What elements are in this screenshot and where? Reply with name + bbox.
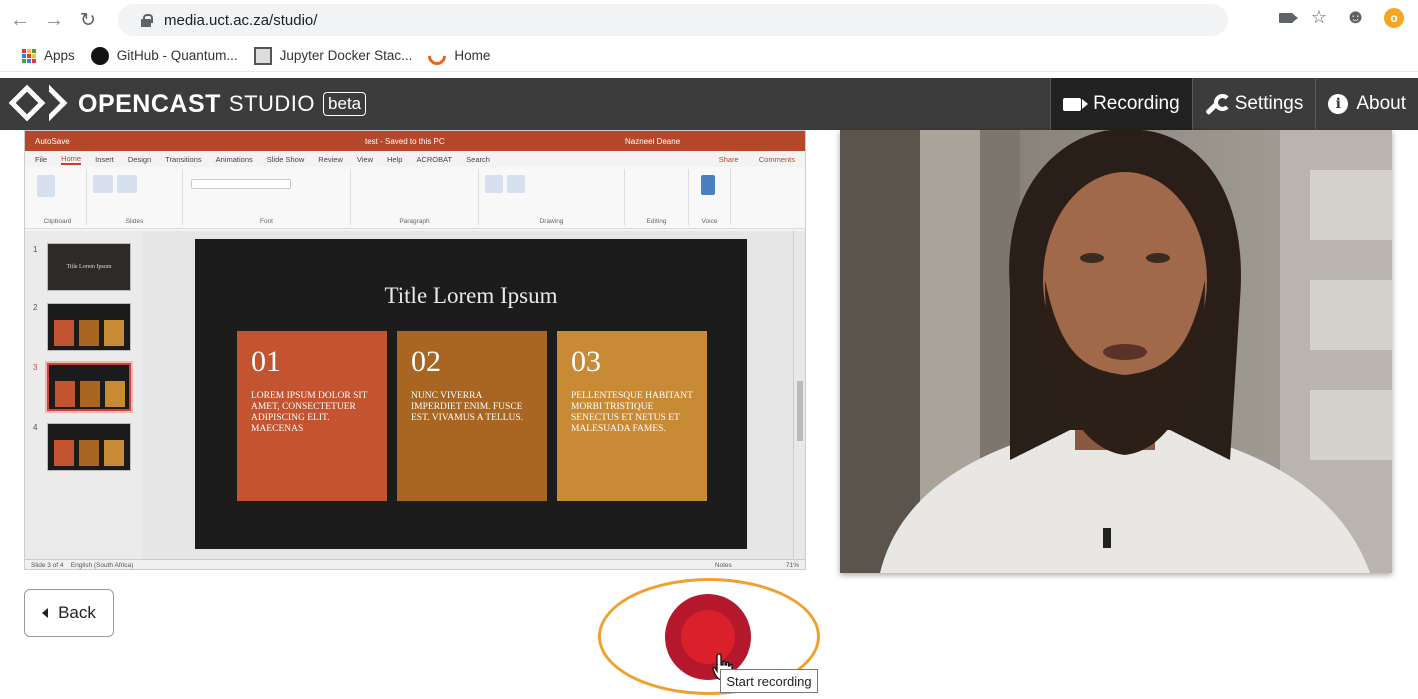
bookmark-github[interactable]: GitHub - Quantum... [90,46,238,65]
nav-recording[interactable]: Recording [1050,78,1192,130]
slide-scrollbar [793,231,805,561]
browser-toolbar: ← → ↻ media.uct.ac.za/studio/ ☆ ☻ o [0,0,1418,40]
jupyter-icon [253,46,272,65]
forward-arrow-icon[interactable]: → [40,6,68,34]
video-camera-icon [1063,97,1082,111]
nav-about[interactable]: i About [1315,78,1418,130]
slide-thumb-1[interactable]: Title Lorem Ipsum [47,243,131,291]
bookmark-apps[interactable]: Apps [22,48,75,63]
ppt-ribbon-tabs: File Home Insert Design Transitions Anim… [25,151,805,167]
start-recording-button[interactable] [665,594,751,680]
bookmark-home[interactable]: Home [424,42,490,69]
wrench-icon [1205,93,1231,115]
current-slide: Title Lorem Ipsum 01 LOREM IPSUM DOLOR S… [195,239,747,549]
slide-thumb-4[interactable] [47,423,131,471]
slide-box-3: 03 PELLENTESQUE HABITANT MORBI TRISTIQUE… [557,331,707,501]
slide-box-2: 02 NUNC VIVERRA IMPERDIET ENIM. FUSCE ES… [397,331,547,501]
reload-icon[interactable]: ↻ [74,6,102,34]
beta-badge: beta [323,92,367,116]
start-recording-tooltip: Start recording [720,669,818,693]
camera-indicator-icon[interactable] [1278,12,1298,23]
opencast-logo[interactable]: OPENCAST STUDIO beta [8,84,367,122]
back-button[interactable]: Back [24,589,114,637]
address-bar[interactable]: media.uct.ac.za/studio/ [118,4,1228,36]
slide-thumb-3[interactable] [45,361,133,413]
bookmarks-bar: Apps GitHub - Quantum... Jupyter Docker … [0,40,1418,72]
ppt-ribbon: Clipboard Slides Font Paragraph Drawing … [25,167,805,229]
slide-thumb-2[interactable] [47,303,131,351]
nav-settings[interactable]: Settings [1191,78,1316,130]
camera-video-frame [840,130,1392,573]
lock-icon [140,13,153,27]
ppt-status-bar: Slide 3 of 4 English (South Africa) Note… [25,559,805,569]
profile-icon[interactable]: ☻ [1345,6,1366,29]
opencast-logo-icon [8,84,68,122]
camera-preview [840,130,1392,573]
app-header: OPENCAST STUDIO beta Recording Settings … [0,78,1418,130]
main-nav: Recording Settings i About [1050,78,1418,130]
back-arrow-icon[interactable]: ← [6,6,34,34]
screen-preview: AutoSave test - Saved to this PC Nazneel… [24,130,806,570]
github-icon [90,46,109,65]
slide-canvas: Title Lorem Ipsum 01 LOREM IPSUM DOLOR S… [143,231,793,561]
extension-icon[interactable]: o [1384,7,1404,28]
caret-left-icon [42,608,49,618]
star-icon[interactable]: ☆ [1311,7,1327,28]
info-icon: i [1328,94,1349,114]
brand-studio: STUDIO [228,91,316,116]
slide-thumbnails: 1 Title Lorem Ipsum 2 3 4 [25,231,143,561]
slide-title: Title Lorem Ipsum [384,283,558,308]
home-icon [424,42,451,69]
apps-grid-icon [22,48,36,63]
slide-box-1: 01 LOREM IPSUM DOLOR SIT AMET, CONSECTET… [237,331,387,501]
bookmark-jupyter[interactable]: Jupyter Docker Stac... [253,46,412,65]
url-text: media.uct.ac.za/studio/ [164,11,318,29]
brand-name: OPENCAST [78,89,221,118]
ppt-titlebar: AutoSave test - Saved to this PC Nazneel… [25,131,805,151]
